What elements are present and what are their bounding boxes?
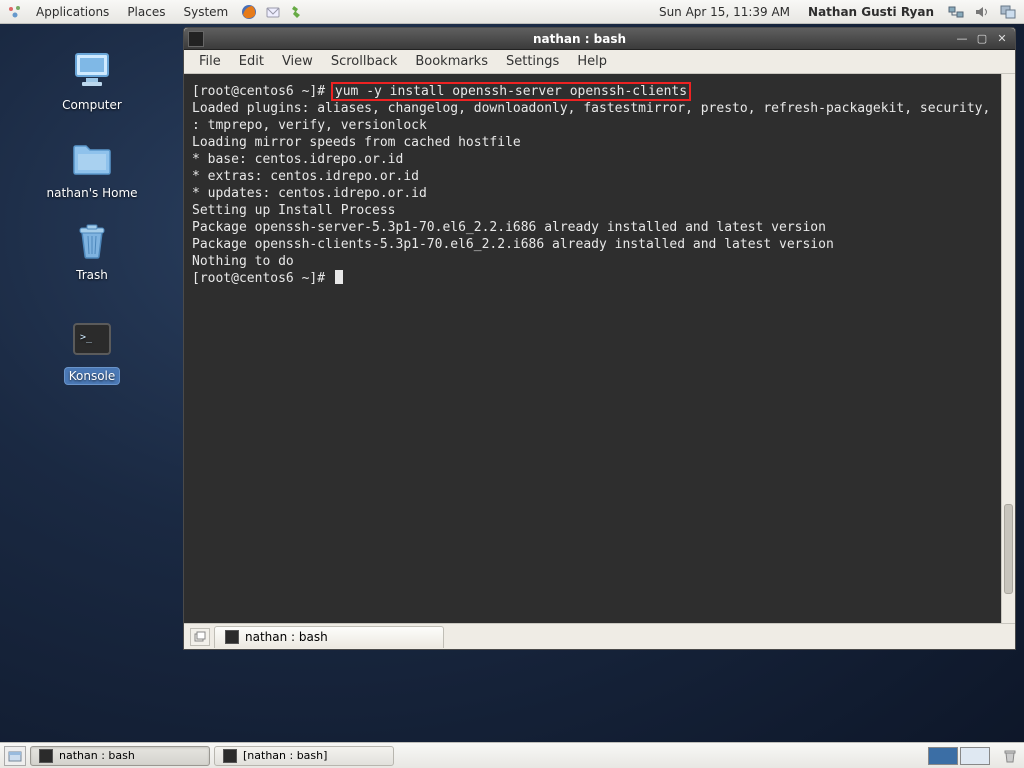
clock[interactable]: Sun Apr 15, 11:39 AM bbox=[653, 5, 796, 19]
menu-places[interactable]: Places bbox=[119, 2, 173, 22]
gnome-footprint-icon[interactable] bbox=[4, 1, 26, 23]
close-button[interactable]: ✕ bbox=[993, 31, 1011, 47]
tabbar: nathan : bash bbox=[184, 623, 1015, 649]
menubar: File Edit View Scrollback Bookmarks Sett… bbox=[184, 50, 1015, 74]
terminal-line: Package openssh-clients-5.3p1-70.el6_2.2… bbox=[192, 236, 1007, 253]
terminal-tab-icon bbox=[225, 630, 239, 644]
scrollbar-thumb[interactable] bbox=[1004, 504, 1013, 594]
svg-text:>_: >_ bbox=[80, 332, 93, 343]
menu-system[interactable]: System bbox=[175, 2, 236, 22]
desktop-icon-label: Trash bbox=[44, 268, 140, 282]
terminal-line: Nothing to do bbox=[192, 253, 1007, 270]
panel-trash-icon[interactable] bbox=[1000, 746, 1020, 766]
terminal-scrollbar[interactable] bbox=[1001, 74, 1015, 623]
top-panel: Applications Places System Sun Apr 15, 1… bbox=[0, 0, 1024, 24]
panel-left: Applications Places System bbox=[0, 1, 308, 23]
menu-view[interactable]: View bbox=[273, 51, 322, 72]
terminal-line: Package openssh-server-5.3p1-70.el6_2.2.… bbox=[192, 219, 1007, 236]
tab-active[interactable]: nathan : bash bbox=[214, 626, 444, 648]
window-app-icon bbox=[188, 31, 204, 47]
windows-switcher-icon[interactable] bbox=[998, 2, 1018, 22]
show-desktop-button[interactable] bbox=[4, 746, 26, 766]
taskbar-task[interactable]: [nathan : bash] bbox=[214, 746, 394, 766]
titlebar[interactable]: nathan : bash — ▢ ✕ bbox=[184, 28, 1015, 50]
runner-icon[interactable] bbox=[286, 1, 308, 23]
cursor-icon bbox=[335, 270, 343, 284]
home-folder-icon bbox=[68, 134, 116, 182]
desktop-icon-label: Computer bbox=[44, 98, 140, 112]
volume-icon[interactable] bbox=[972, 2, 992, 22]
desktop-icon-label: Konsole bbox=[65, 368, 120, 384]
workspace-switcher bbox=[928, 747, 990, 765]
terminal-area[interactable]: [root@centos6 ~]# yum -y install openssh… bbox=[184, 74, 1015, 623]
desktop-icon-computer[interactable]: Computer bbox=[44, 46, 140, 112]
network-icon[interactable] bbox=[946, 2, 966, 22]
bottom-panel: nathan : bash [nathan : bash] bbox=[0, 742, 1024, 768]
terminal-line: [root@centos6 ~]# bbox=[192, 270, 1007, 287]
workspace-1[interactable] bbox=[928, 747, 958, 765]
terminal-task-icon bbox=[223, 749, 237, 763]
evolution-icon[interactable] bbox=[262, 1, 284, 23]
new-tab-button[interactable] bbox=[190, 628, 210, 646]
trash-icon bbox=[68, 216, 116, 264]
menu-file[interactable]: File bbox=[190, 51, 230, 72]
window-title: nathan : bash bbox=[208, 32, 951, 46]
highlighted-command: yum -y install openssh-server openssh-cl… bbox=[331, 82, 691, 101]
panel-right: Sun Apr 15, 11:39 AM Nathan Gusti Ryan bbox=[653, 2, 1024, 22]
menu-applications[interactable]: Applications bbox=[28, 2, 117, 22]
konsole-icon: >_ bbox=[68, 316, 116, 364]
terminal-line: * extras: centos.idrepo.or.id bbox=[192, 168, 1007, 185]
workspace-2[interactable] bbox=[960, 747, 990, 765]
desktop-icon-home[interactable]: nathan's Home bbox=[44, 134, 140, 200]
maximize-button[interactable]: ▢ bbox=[973, 31, 991, 47]
minimize-button[interactable]: — bbox=[953, 31, 971, 47]
terminal-line: Loading mirror speeds from cached hostfi… bbox=[192, 134, 1007, 151]
menu-help[interactable]: Help bbox=[568, 51, 616, 72]
terminal-line: : tmprepo, verify, versionlock bbox=[192, 117, 1007, 134]
terminal-line: Loaded plugins: aliases, changelog, down… bbox=[192, 100, 1007, 117]
menu-edit[interactable]: Edit bbox=[230, 51, 273, 72]
terminal-line: [root@centos6 ~]# yum -y install openssh… bbox=[192, 83, 1007, 100]
desktop-icon-trash[interactable]: Trash bbox=[44, 216, 140, 282]
desktop-icon-konsole[interactable]: >_ Konsole bbox=[44, 316, 140, 384]
menu-scrollback[interactable]: Scrollback bbox=[322, 51, 407, 72]
firefox-icon[interactable] bbox=[238, 1, 260, 23]
terminal-line: Setting up Install Process bbox=[192, 202, 1007, 219]
terminal-line: * base: centos.idrepo.or.id bbox=[192, 151, 1007, 168]
menu-bookmarks[interactable]: Bookmarks bbox=[406, 51, 497, 72]
tab-label: nathan : bash bbox=[245, 630, 328, 644]
terminal-task-icon bbox=[39, 749, 53, 763]
user-menu[interactable]: Nathan Gusti Ryan bbox=[802, 5, 940, 19]
computer-icon bbox=[68, 46, 116, 94]
task-label: nathan : bash bbox=[59, 749, 135, 762]
menu-settings[interactable]: Settings bbox=[497, 51, 568, 72]
taskbar-task[interactable]: nathan : bash bbox=[30, 746, 210, 766]
task-label: [nathan : bash] bbox=[243, 749, 327, 762]
desktop-icon-label: nathan's Home bbox=[44, 186, 140, 200]
terminal-line: * updates: centos.idrepo.or.id bbox=[192, 185, 1007, 202]
konsole-window: nathan : bash — ▢ ✕ File Edit View Scrol… bbox=[183, 27, 1016, 650]
